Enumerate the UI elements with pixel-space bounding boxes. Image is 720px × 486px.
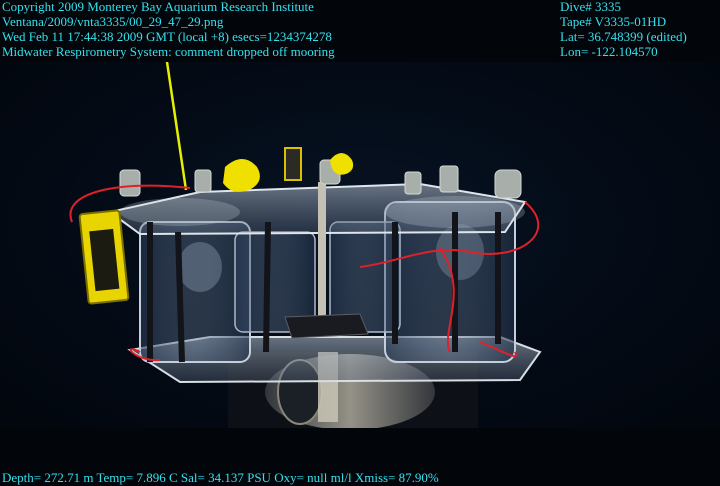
datetime-text: Wed Feb 11 17:44:38 2009 GMT (local +8) …: [2, 29, 332, 44]
latitude-text: Lat= 36.748399 (edited): [560, 29, 687, 44]
dive-number-text: Dive# 3335: [560, 0, 622, 14]
telemetry-bar: Depth= 272.71 m Temp= 7.896 C Sal= 34.13…: [2, 470, 439, 485]
yellow-float: [223, 159, 260, 192]
overlay-metadata-right: Dive# 3335 Tape# V3335-01HD Lat= 36.7483…: [560, 0, 687, 59]
video-frame: Copyright 2009 Monterey Bay Aquarium Res…: [0, 0, 720, 486]
tether-line: [165, 62, 188, 191]
longitude-text: Lon= -122.104570: [560, 44, 658, 59]
telemetry-text: Depth= 272.71 m Temp= 7.896 C Sal= 34.13…: [2, 470, 439, 485]
comment-text: Midwater Respirometry System: comment dr…: [2, 44, 335, 59]
tape-number-text: Tape# V3335-01HD: [560, 14, 667, 29]
respirometry-apparatus-illustration: [69, 62, 542, 428]
center-mast: [318, 182, 326, 322]
file-path-text: Ventana/2009/vnta3335/00_29_47_29.png: [2, 14, 224, 29]
copyright-text: Copyright 2009 Monterey Bay Aquarium Res…: [2, 0, 314, 14]
overlay-metadata-left: Copyright 2009 Monterey Bay Aquarium Res…: [2, 0, 335, 59]
underwater-scene: [0, 62, 720, 428]
